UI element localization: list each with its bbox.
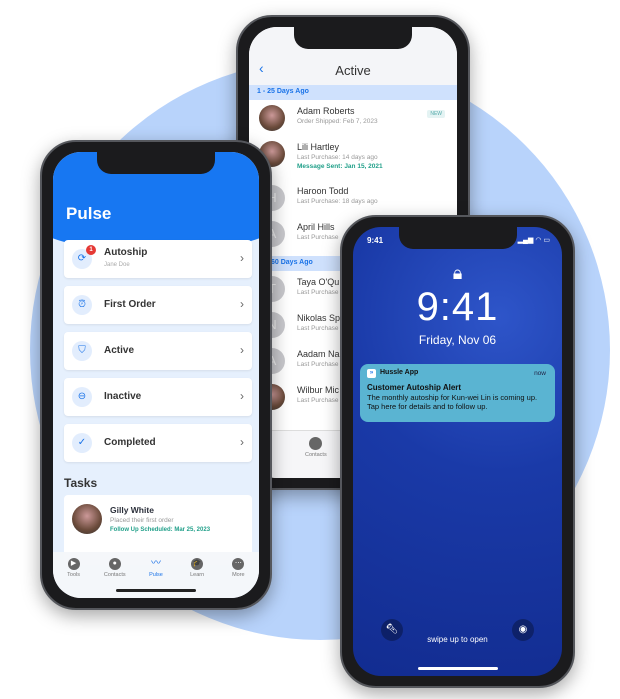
- tab-label: More: [232, 572, 245, 578]
- tab-pulse[interactable]: 〰 Pulse: [139, 558, 173, 598]
- tab-label: Contacts: [103, 572, 126, 578]
- lock-date: Friday, Nov 06: [418, 333, 497, 347]
- pulse-icon: 〰: [150, 558, 161, 569]
- tab-learn[interactable]: 🎓 Learn: [180, 558, 214, 598]
- tools-icon: ▶: [67, 558, 80, 570]
- card-label: Completed: [104, 437, 156, 448]
- phone-pulse: Pulse ⟳ 1 Autoship Jane Doe › ⏰︎ First Order › ⛉…: [40, 140, 272, 610]
- notification-title: Customer Autoship Alert: [367, 383, 462, 392]
- pulse-card-autoship[interactable]: ⟳ 1 Autoship Jane Doe ›: [64, 240, 252, 278]
- more-icon: ⋯: [232, 558, 245, 570]
- task-name: Gilly White: [110, 505, 154, 515]
- message-status: Message Sent: Jan 15, 2021: [297, 163, 383, 170]
- home-indicator: [116, 589, 196, 592]
- lock-icon: 🔒︎: [452, 263, 463, 283]
- contacts-icon: ●: [108, 558, 121, 570]
- contacts-icon: [309, 437, 323, 450]
- notch: [294, 27, 412, 49]
- page-title: Active: [335, 63, 371, 78]
- notch: [97, 152, 215, 174]
- notification-body: The monthly autoship for Kun-wei Lin is …: [367, 393, 538, 412]
- card-label: First Order: [104, 299, 156, 310]
- notification-badge: 1: [86, 245, 96, 255]
- check-circle-icon: ✓: [72, 433, 92, 453]
- list-item[interactable]: Lili Hartley Last Purchase: 14 days ago Me…: [249, 136, 457, 180]
- contact-subtitle: Last Purchase: 14 days ago: [297, 154, 378, 161]
- lock-screen: 9:41 ▂▄▆ ◠ ▭ 🔒︎ 9:41 Friday, Nov 06 » Hus…: [353, 227, 562, 676]
- chevron-right-icon: ›: [240, 389, 244, 403]
- status-time: 9:41: [367, 236, 384, 245]
- lock-clock: 9:41: [416, 285, 499, 329]
- notification-time: now: [534, 370, 546, 377]
- contact-subtitle: Last Purchase: 18 days ago: [297, 198, 378, 205]
- tab-contacts[interactable]: ● Contacts: [98, 558, 132, 598]
- pulse-card-inactive[interactable]: ⊖ Inactive ›: [64, 378, 252, 416]
- pulse-card-first-order[interactable]: ⏰︎ First Order ›: [64, 286, 252, 324]
- minus-circle-icon: ⊖: [72, 387, 92, 407]
- status-icons: ▂▄▆ ◠ ▭: [517, 237, 550, 244]
- tab-label: Pulse: [149, 572, 163, 578]
- card-subtitle: Jane Doe: [104, 262, 130, 268]
- list-item[interactable]: Adam Roberts Order Shipped: Feb 7, 2023 NE…: [249, 100, 457, 136]
- tab-tools[interactable]: ▶ Tools: [57, 558, 91, 598]
- task-scheduled: Follow Up Scheduled: Mar 25, 2023: [110, 527, 211, 533]
- card-label: Active: [104, 345, 135, 356]
- pulse-screen: Pulse ⟳ 1 Autoship Jane Doe › ⏰︎ First Order › ⛉…: [53, 152, 259, 598]
- avatar: [259, 105, 285, 131]
- shield-icon: ⛉: [72, 341, 92, 361]
- tab-contacts[interactable]: Contacts: [305, 437, 327, 458]
- pulse-card-completed[interactable]: ✓ Completed ›: [64, 424, 252, 462]
- tasks-heading: Tasks: [64, 476, 98, 490]
- new-badge: NEW: [427, 110, 445, 118]
- chevron-right-icon: ›: [240, 435, 244, 449]
- notification[interactable]: » Hussle App now Customer Autoship Alert …: [360, 364, 555, 422]
- swipe-hint: swipe up to open: [427, 635, 488, 644]
- card-label: Autoship: [104, 247, 148, 258]
- avatar: [72, 504, 102, 534]
- alarm-icon: ⏰︎: [72, 295, 92, 315]
- card-label: Inactive: [104, 391, 142, 402]
- home-indicator: [417, 667, 498, 670]
- list-item[interactable]: HHaroon ToddLast Purchase: 18 days ago: [249, 180, 457, 216]
- section-header: 1 - 25 Days Ago: [249, 85, 457, 100]
- page-title: Pulse: [66, 204, 112, 223]
- contact-name: Haroon Todd: [297, 186, 349, 196]
- notification-app: » Hussle App: [367, 369, 548, 378]
- phone-lock-screen: 9:41 ▂▄▆ ◠ ▭ 🔒︎ 9:41 Friday, Nov 06 » Hus…: [340, 215, 575, 688]
- tab-label: Learn: [190, 572, 205, 578]
- contact-subtitle: Order Shipped: Feb 7, 2023: [297, 118, 378, 125]
- contact-name: Lili Hartley: [297, 142, 340, 152]
- task-description: Placed their first order: [110, 517, 174, 524]
- tab-label: Contacts: [305, 452, 327, 458]
- tab-more[interactable]: ⋯ More: [221, 558, 255, 598]
- chevron-right-icon: ›: [240, 343, 244, 357]
- learn-icon: 🎓: [191, 558, 204, 570]
- notch: [398, 227, 517, 249]
- tab-label: Tools: [67, 572, 81, 578]
- chevron-right-icon: ›: [240, 251, 244, 265]
- app-name: Hussle App: [380, 369, 419, 376]
- pulse-card-active[interactable]: ⛉ Active ›: [64, 332, 252, 370]
- app-icon: »: [367, 369, 376, 378]
- chevron-right-icon: ›: [240, 297, 244, 311]
